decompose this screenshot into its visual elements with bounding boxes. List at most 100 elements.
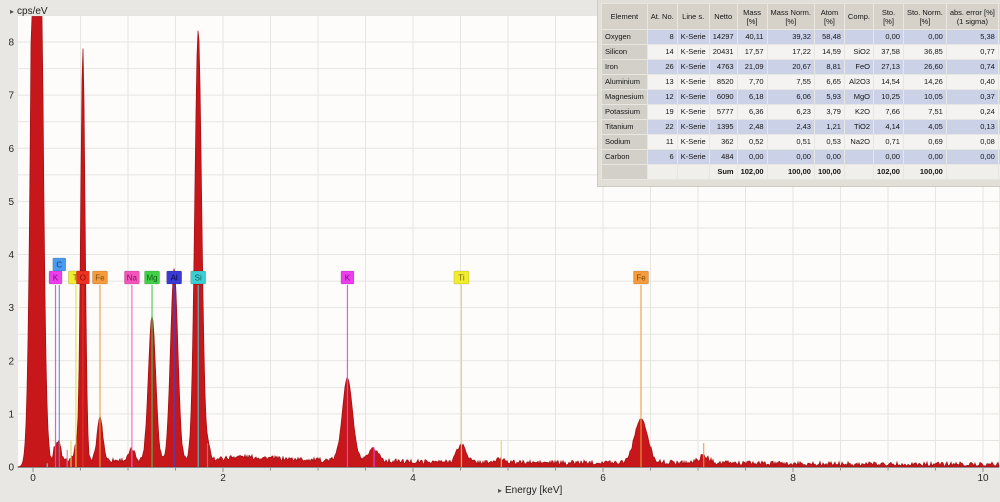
table-cell: Magnesium — [602, 90, 648, 105]
table-cell: 0,52 — [737, 135, 767, 150]
column-header[interactable]: Atom[%] — [814, 4, 844, 30]
results-table[interactable]: ElementAt. No.Line s.NettoMass[%]Mass No… — [601, 3, 1000, 180]
table-cell: 0,77 — [946, 45, 998, 60]
table-cell: 22 — [647, 120, 677, 135]
y-tick-label: 0 — [8, 463, 14, 474]
column-header[interactable]: Mass[%] — [737, 4, 767, 30]
table-cell: 5,38 — [946, 30, 998, 45]
table-cell: 1,21 — [814, 120, 844, 135]
y-tick-label: 5 — [8, 197, 14, 208]
table-row[interactable]: Carbon6K-Serie4840,000,000,000,000,000,0… — [602, 150, 1000, 165]
table-cell: 0,40 — [946, 75, 998, 90]
table-cell: K-Serie — [677, 150, 709, 165]
table-row[interactable]: Sodium11K-Serie3620,520,510,53Na2O0,710,… — [602, 135, 1000, 150]
table-cell: 26 — [647, 60, 677, 75]
table-cell: 0,00 — [874, 30, 904, 45]
table-cell: 13 — [647, 75, 677, 90]
table-cell: 40,11 — [737, 30, 767, 45]
table-cell: 7,66 — [874, 105, 904, 120]
element-label-fe[interactable]: Fe — [92, 271, 107, 284]
column-header[interactable]: Netto — [709, 4, 737, 30]
table-cell: 1395 — [709, 120, 737, 135]
column-header[interactable]: Mass Norm.[%] — [767, 4, 814, 30]
table-row[interactable]: Iron26K-Serie476321,0920,678,81FeO27,132… — [602, 60, 1000, 75]
column-header[interactable]: Line s. — [677, 4, 709, 30]
column-header[interactable]: abs. error [%](1 sigma) — [946, 4, 998, 30]
element-label-si[interactable]: Si — [191, 271, 206, 284]
table-cell: 100,00 — [814, 165, 844, 180]
table-cell — [844, 150, 873, 165]
table-cell: 8 — [647, 30, 677, 45]
table-cell: 10,05 — [903, 90, 946, 105]
table-cell: K-Serie — [677, 135, 709, 150]
element-label-al[interactable]: Al — [167, 271, 182, 284]
element-label-text: K — [345, 274, 351, 283]
table-cell: 6 — [647, 150, 677, 165]
table-cell: 6,36 — [737, 105, 767, 120]
table-cell — [647, 165, 677, 180]
element-label-c[interactable]: C — [53, 258, 66, 271]
element-label-k[interactable]: K — [49, 271, 62, 284]
table-cell: 100,00 — [767, 165, 814, 180]
element-label-text: Al — [171, 274, 178, 283]
table-row[interactable]: Oxygen8K-Serie1429740,1139,3258,480,000,… — [602, 30, 1000, 45]
x-axis-title: ▸Energy [keV] — [498, 485, 562, 496]
table-cell: K-Serie — [677, 75, 709, 90]
table-cell: 0,37 — [946, 90, 998, 105]
table-row[interactable]: Aluminium13K-Serie85207,707,556,65Al2O31… — [602, 75, 1000, 90]
table-cell: TiO2 — [844, 120, 873, 135]
x-tick-label: 6 — [600, 473, 606, 484]
table-cell: 0,53 — [814, 135, 844, 150]
table-cell: Al2O3 — [844, 75, 873, 90]
table-cell — [946, 165, 998, 180]
y-tick-label: 6 — [8, 144, 14, 155]
table-cell: 21,09 — [737, 60, 767, 75]
table-cell: 7,51 — [903, 105, 946, 120]
table-cell: 0,13 — [946, 120, 998, 135]
element-label-text: Ti — [458, 274, 465, 283]
element-label-text: Si — [195, 274, 202, 283]
table-row[interactable]: Magnesium12K-Serie60906,186,065,93MgO10,… — [602, 90, 1000, 105]
table-cell — [602, 165, 648, 180]
table-cell: K-Serie — [677, 60, 709, 75]
table-cell: K-Serie — [677, 30, 709, 45]
table-cell: 0,74 — [946, 60, 998, 75]
table-cell: K-Serie — [677, 120, 709, 135]
element-label-ti[interactable]: Ti — [454, 271, 469, 284]
element-label-k[interactable]: K — [341, 271, 354, 284]
table-cell: Iron — [602, 60, 648, 75]
table-cell: 14,59 — [814, 45, 844, 60]
y-tick-label: 7 — [8, 91, 14, 102]
table-cell: 0,00 — [767, 150, 814, 165]
table-cell: 20431 — [709, 45, 737, 60]
column-header[interactable]: Sto. Norm.[%] — [903, 4, 946, 30]
table-cell: 0,00 — [737, 150, 767, 165]
element-label-mg[interactable]: Mg — [145, 271, 160, 284]
column-header[interactable]: Sto.[%] — [874, 4, 904, 30]
x-tick-label: 2 — [220, 473, 226, 484]
y-axis-title-text: cps/eV — [17, 6, 48, 17]
table-cell: 4763 — [709, 60, 737, 75]
element-label-o[interactable]: O — [76, 271, 89, 284]
table-cell: 17,57 — [737, 45, 767, 60]
table-cell: Potassium — [602, 105, 648, 120]
y-tick-label: 2 — [8, 356, 14, 367]
y-axis-title: ▸cps/eV — [10, 6, 48, 17]
x-axis-title-text: Energy [keV] — [505, 485, 562, 496]
column-header[interactable]: At. No. — [647, 4, 677, 30]
table-row[interactable]: Potassium19K-Serie57776,366,233,79K2O7,6… — [602, 105, 1000, 120]
table-cell: 27,13 — [874, 60, 904, 75]
x-tick-label: 10 — [977, 473, 989, 484]
column-header[interactable]: Element — [602, 4, 648, 30]
table-cell: 2,48 — [737, 120, 767, 135]
table-row[interactable]: Silicon14K-Serie2043117,5717,2214,59SiO2… — [602, 45, 1000, 60]
table-cell: 5777 — [709, 105, 737, 120]
table-cell: 6,23 — [767, 105, 814, 120]
element-label-na[interactable]: Na — [124, 271, 139, 284]
element-label-fe[interactable]: Fe — [634, 271, 649, 284]
column-header[interactable]: Comp. — [844, 4, 873, 30]
table-row[interactable]: Titanium22K-Serie13952,482,431,21TiO24,1… — [602, 120, 1000, 135]
table-cell: 17,22 — [767, 45, 814, 60]
table-cell: MgO — [844, 90, 873, 105]
table-cell: 100,00 — [903, 165, 946, 180]
